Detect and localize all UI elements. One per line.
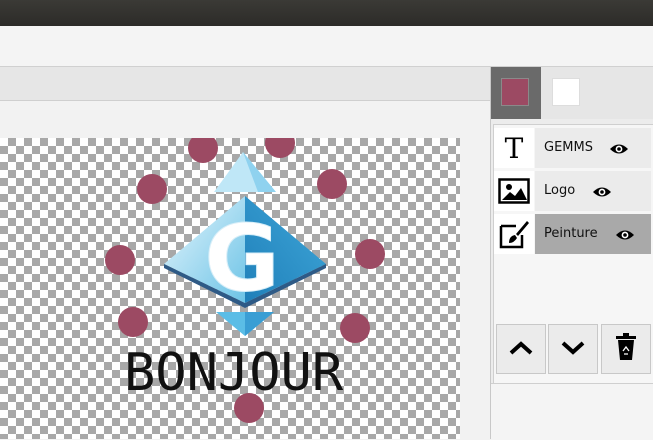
eye-icon[interactable] <box>609 141 629 160</box>
paint-dot <box>317 169 347 199</box>
layers-list: T GEMMS Logo Peinture <box>493 124 653 388</box>
secondary-color-swatch[interactable] <box>552 78 580 106</box>
eye-icon[interactable] <box>615 227 635 246</box>
paint-dot <box>188 138 218 163</box>
layer-info[interactable]: Peinture <box>535 214 651 254</box>
tool-options-bar <box>0 67 490 101</box>
layer-controls <box>496 324 653 376</box>
color-selector <box>491 67 653 119</box>
move-layer-down-button[interactable] <box>548 324 598 374</box>
title-bar <box>0 0 653 26</box>
secondary-color-cell[interactable] <box>542 67 592 119</box>
layer-item-logo[interactable]: Logo <box>494 171 651 211</box>
delete-layer-button[interactable] <box>601 324 651 374</box>
paint-dot <box>118 307 148 337</box>
move-down-icon <box>561 340 585 359</box>
layer-item-gemms[interactable]: T GEMMS <box>494 128 651 168</box>
trash-icon <box>615 333 637 365</box>
svg-text:T: T <box>505 134 524 162</box>
layer-info[interactable]: Logo <box>535 171 651 211</box>
layer-item-peinture[interactable]: Peinture <box>494 214 651 254</box>
move-up-icon <box>509 340 533 359</box>
gem-logo: G <box>164 152 326 336</box>
canvas-area: G BONJOUR <box>0 101 490 439</box>
svg-text:G: G <box>204 205 280 312</box>
layer-label: Peinture <box>544 226 598 241</box>
paint-dot <box>137 174 167 204</box>
paint-dot <box>265 138 295 158</box>
brush-icon <box>494 214 534 254</box>
move-layer-up-button[interactable] <box>496 324 546 374</box>
layer-label: Logo <box>544 183 576 198</box>
primary-color-cell[interactable] <box>491 67 541 119</box>
text-icon: T <box>494 128 534 168</box>
paint-dot <box>355 239 385 269</box>
toolbar <box>0 26 653 67</box>
image-icon <box>494 171 534 211</box>
paint-dot <box>340 313 370 343</box>
paint-dot <box>105 245 135 275</box>
bottom-panel <box>491 383 653 440</box>
right-panel: T GEMMS Logo Peinture <box>490 67 653 440</box>
eye-icon[interactable] <box>592 184 612 203</box>
layer-info[interactable]: GEMMS <box>535 128 651 168</box>
canvas-text: BONJOUR <box>124 343 344 403</box>
primary-color-swatch[interactable] <box>501 78 529 106</box>
layer-label: GEMMS <box>544 140 593 155</box>
drawing-canvas[interactable]: G BONJOUR <box>0 138 460 439</box>
